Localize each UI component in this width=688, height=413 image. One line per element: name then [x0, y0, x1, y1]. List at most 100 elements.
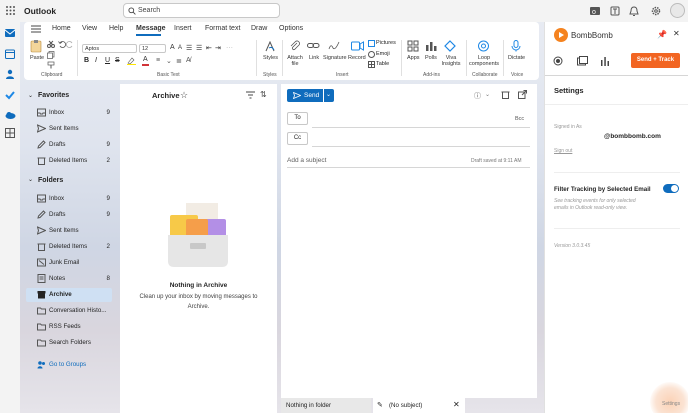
signature-button[interactable]: Signature [323, 55, 347, 61]
loop-components-button[interactable]: Loop components [469, 55, 499, 67]
bullets-icon[interactable]: ☰ [186, 44, 192, 52]
paperclip-icon[interactable] [289, 40, 301, 54]
folder-item-drafts[interactable]: Drafts 9 [26, 208, 112, 222]
paste-icon[interactable] [30, 39, 42, 55]
favorites-item-inbox[interactable]: Inbox 9 [26, 106, 112, 120]
record-button[interactable]: Record [348, 55, 366, 61]
send-options-dropdown[interactable]: ⌄ [324, 89, 334, 102]
pictures-button[interactable]: Pictures [376, 40, 396, 46]
chevron-down-icon[interactable]: ⌄ [485, 91, 490, 98]
bottom-tab-nothing-in-folder[interactable]: Nothing in folder [281, 398, 371, 413]
tab-draw[interactable]: Draw [251, 25, 267, 32]
polls-icon[interactable] [425, 40, 437, 54]
importance-icon[interactable]: ⓘ [474, 91, 481, 101]
favorites-header[interactable]: Favorites [38, 92, 69, 99]
format-painter-icon[interactable] [47, 61, 55, 71]
folder-item-inbox[interactable]: Inbox 9 [26, 192, 112, 206]
styles-button[interactable]: Styles [263, 55, 278, 61]
styles-icon[interactable] [264, 40, 276, 55]
outdent-icon[interactable]: ⇤ [206, 44, 212, 52]
numbering-icon[interactable]: ☰ [196, 44, 202, 52]
bottom-tab-draft[interactable]: ✎ (No subject) ✕ [373, 398, 465, 413]
pictures-icon[interactable] [368, 40, 375, 49]
mail-icon[interactable] [4, 27, 16, 39]
strikethrough-icon[interactable]: S [115, 57, 120, 64]
cut-icon[interactable] [47, 40, 55, 50]
more-apps-icon[interactable] [4, 127, 16, 139]
close-icon[interactable]: ✕ [673, 29, 680, 38]
format-ribbon-more-icon[interactable]: ⋯ [226, 44, 233, 52]
font-size-dropdown[interactable]: 12 [139, 44, 166, 53]
outlook-app-icon[interactable]: o [589, 5, 601, 17]
to-button[interactable]: To [287, 112, 308, 125]
link-icon[interactable] [307, 41, 320, 53]
underline-icon[interactable]: U [105, 57, 110, 64]
bcc-button[interactable]: Bcc [515, 116, 524, 122]
font-family-dropdown[interactable]: Aptos [82, 44, 137, 53]
bell-icon[interactable] [628, 5, 640, 17]
tab-insert[interactable]: Insert [174, 25, 192, 32]
tab-message[interactable]: Message [136, 25, 166, 32]
cc-button[interactable]: Cc [287, 132, 308, 145]
folder-item-sent-items[interactable]: Sent Items [26, 224, 112, 238]
send-track-button[interactable]: Send + Track [631, 53, 680, 68]
clear-format-icon[interactable]: A̸ [186, 57, 191, 64]
sort-icon[interactable]: ⇅ [260, 90, 267, 99]
grow-font-icon[interactable]: A [170, 44, 175, 51]
viva-insights-icon[interactable] [444, 40, 456, 54]
undo-icon[interactable] [58, 40, 66, 50]
folders-header[interactable]: Folders [38, 177, 63, 184]
favorites-item-deleted-items[interactable]: Deleted Items 2 [26, 154, 112, 168]
cc-field[interactable] [312, 132, 530, 146]
indent-icon[interactable]: ⇥ [215, 44, 221, 52]
bold-icon[interactable]: B [84, 57, 89, 64]
align-icon[interactable]: ≡ [156, 57, 160, 64]
waffle-icon[interactable] [5, 5, 16, 18]
tab-options[interactable]: Options [279, 25, 303, 32]
folder-item-notes[interactable]: Notes 8 [26, 272, 112, 286]
onedrive-icon[interactable] [4, 109, 16, 121]
apps-icon[interactable] [407, 40, 419, 54]
font-color-icon[interactable]: A [143, 56, 148, 63]
folder-item-junk-email[interactable]: Junk Email [26, 256, 112, 270]
redo-icon[interactable] [66, 40, 74, 50]
viva-insights-button[interactable]: Viva Insights [440, 55, 462, 67]
todo-icon[interactable] [4, 89, 16, 101]
gear-icon[interactable] [650, 5, 662, 17]
filter-icon[interactable] [246, 91, 255, 101]
subject-input[interactable]: Add a subject [287, 157, 326, 164]
table-button[interactable]: Table [376, 61, 389, 67]
send-button[interactable]: Send [287, 89, 323, 102]
emoji-icon[interactable] [368, 51, 375, 60]
to-field[interactable] [312, 112, 530, 126]
tab-help[interactable]: Help [109, 25, 123, 32]
table-icon[interactable] [368, 61, 375, 70]
folder-item-rss-feeds[interactable]: RSS Feeds [26, 320, 112, 334]
align-dropdown-icon[interactable]: ⌄ [166, 57, 172, 65]
tab-view[interactable]: View [82, 25, 97, 32]
chevron-down-icon[interactable]: ⌄ [28, 176, 33, 183]
shrink-font-icon[interactable]: A [178, 45, 182, 51]
loop-icon[interactable] [477, 40, 490, 54]
hamburger-icon[interactable] [31, 25, 41, 35]
paragraph-icon[interactable]: ≣ [176, 57, 182, 65]
people-icon[interactable] [4, 68, 16, 80]
apps-button[interactable]: Apps [407, 55, 420, 61]
italic-icon[interactable]: I [95, 57, 97, 64]
emoji-button[interactable]: Emoji [376, 51, 390, 57]
go-to-groups-link[interactable]: Go to Groups [26, 358, 112, 372]
tab-home[interactable]: Home [52, 25, 71, 32]
discard-icon[interactable] [501, 90, 510, 101]
pin-icon[interactable]: 📌 [657, 30, 667, 39]
dictate-button[interactable]: Dictate [508, 55, 525, 61]
chevron-down-icon[interactable]: ⌄ [28, 92, 33, 99]
record-icon[interactable] [351, 41, 364, 53]
sign-out-link[interactable]: Sign out [554, 148, 572, 154]
signature-icon[interactable] [328, 40, 340, 54]
link-button[interactable]: Link [309, 55, 319, 61]
avatar[interactable] [670, 3, 685, 18]
search-input[interactable]: Search [123, 3, 280, 18]
folder-item-conversation-history[interactable]: Conversation Histo... [26, 304, 112, 318]
polls-button[interactable]: Polls [425, 55, 437, 61]
teams-icon[interactable] [609, 5, 621, 17]
